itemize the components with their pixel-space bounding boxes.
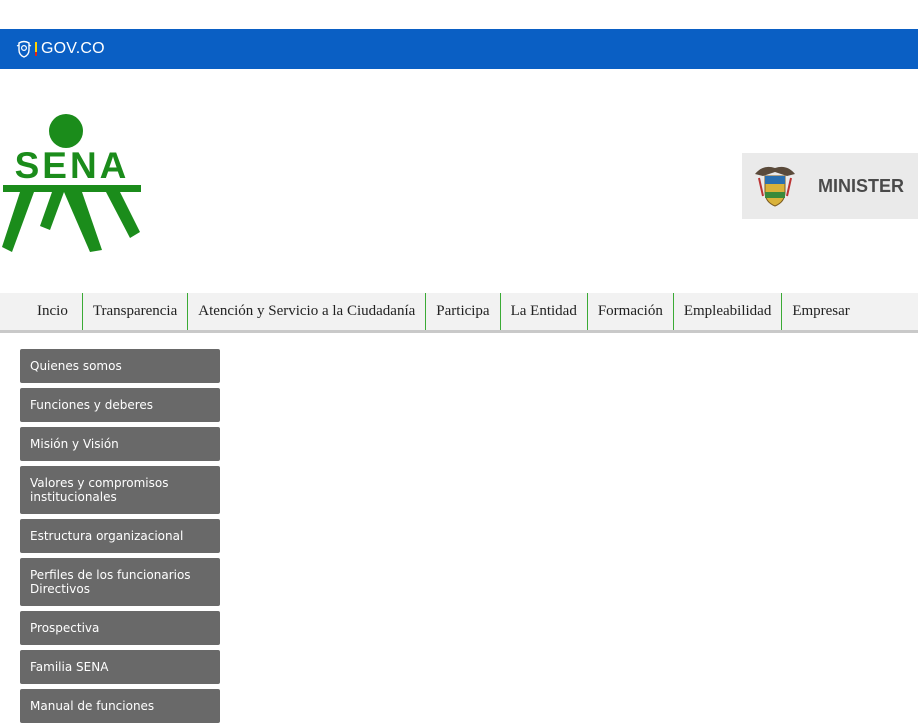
- main-nav: Incio Transparencia Atención y Servicio …: [0, 293, 918, 333]
- sidebar-item-perfiles[interactable]: Perfiles de los funcionarios Directivos: [20, 558, 220, 606]
- sidebar-item-estructura[interactable]: Estructura organizacional: [20, 519, 220, 553]
- gov-top-bar: GOV.CO: [0, 29, 918, 69]
- sena-logo[interactable]: SENA: [2, 112, 144, 254]
- nav-item-empresarios[interactable]: Empresar: [782, 293, 859, 330]
- nav-item-transparencia[interactable]: Transparencia: [83, 293, 189, 330]
- gov-co-label: GOV.CO: [41, 40, 105, 57]
- colombia-crest-icon: [755, 166, 795, 207]
- sidebar-menu: Quienes somos Funciones y deberes Misión…: [20, 349, 220, 728]
- sidebar-item-valores[interactable]: Valores y compromisos institucionales: [20, 466, 220, 514]
- sena-logo-text: SENA: [15, 145, 130, 186]
- sidebar-item-manual-funciones[interactable]: Manual de funciones: [20, 689, 220, 723]
- sidebar-item-prospectiva[interactable]: Prospectiva: [20, 611, 220, 645]
- sidebar-item-quienes-somos[interactable]: Quienes somos: [20, 349, 220, 383]
- coat-of-arms-icon: [16, 40, 32, 58]
- nav-item-empleabilidad[interactable]: Empleabilidad: [674, 293, 783, 330]
- nav-item-participa[interactable]: Participa: [426, 293, 501, 330]
- ministry-banner[interactable]: MINISTER: [742, 153, 918, 219]
- sidebar-item-funciones-deberes[interactable]: Funciones y deberes: [20, 388, 220, 422]
- nav-item-formacion[interactable]: Formación: [588, 293, 674, 330]
- ministry-label: MINISTER: [818, 175, 905, 196]
- flag-stripe: [35, 42, 37, 56]
- nav-item-inicio[interactable]: Incio: [0, 293, 83, 330]
- sidebar-item-familia-sena[interactable]: Familia SENA: [20, 650, 220, 684]
- gov-co-link[interactable]: GOV.CO: [16, 40, 105, 58]
- nav-item-la-entidad[interactable]: La Entidad: [501, 293, 588, 330]
- nav-item-atencion[interactable]: Atención y Servicio a la Ciudadanía: [188, 293, 427, 330]
- sena-logo-graphic: SENA: [2, 114, 141, 252]
- sidebar-item-mision-vision[interactable]: Misión y Visión: [20, 427, 220, 461]
